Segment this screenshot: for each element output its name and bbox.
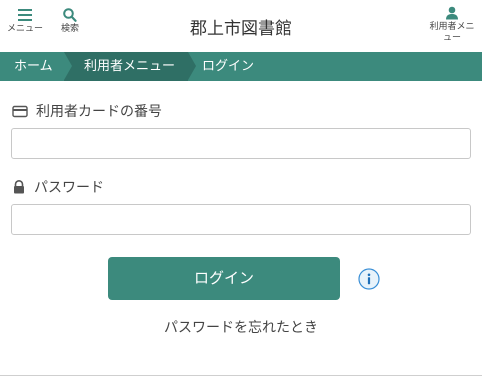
lock-icon bbox=[14, 180, 24, 194]
info-icon[interactable] bbox=[358, 268, 380, 290]
divider bbox=[0, 375, 482, 376]
card-number-label-text: 利用者カードの番号 bbox=[36, 104, 162, 120]
breadcrumb: ホーム 利用者メニュー ログイン bbox=[0, 52, 482, 81]
user-menu-button[interactable]: 利用者メニュー bbox=[426, 6, 478, 44]
breadcrumb-item-login: ログイン bbox=[202, 59, 255, 74]
password-label-text: パスワード bbox=[34, 180, 104, 196]
user-menu-label: 利用者メニュー bbox=[429, 22, 475, 43]
password-input[interactable] bbox=[11, 204, 471, 235]
card-number-label: 利用者カードの番号 bbox=[12, 101, 162, 121]
card-number-input[interactable] bbox=[11, 128, 471, 159]
breadcrumb-item-home[interactable]: ホーム bbox=[0, 52, 72, 81]
top-header: メニュー 検索 郡上市図書館 利用者メニュー bbox=[0, 0, 482, 50]
password-label: パスワード bbox=[12, 177, 104, 197]
login-button[interactable]: ログイン bbox=[108, 257, 340, 300]
user-icon bbox=[446, 6, 458, 20]
forgot-password-link[interactable]: パスワードを忘れたとき bbox=[0, 317, 482, 337]
breadcrumb-item-user-menu[interactable]: 利用者メニュー bbox=[64, 52, 188, 81]
breadcrumb-separator bbox=[64, 52, 72, 80]
breadcrumb-separator bbox=[188, 52, 196, 80]
page-title: 郡上市図書館 bbox=[190, 19, 292, 39]
credit-card-icon bbox=[12, 105, 28, 118]
